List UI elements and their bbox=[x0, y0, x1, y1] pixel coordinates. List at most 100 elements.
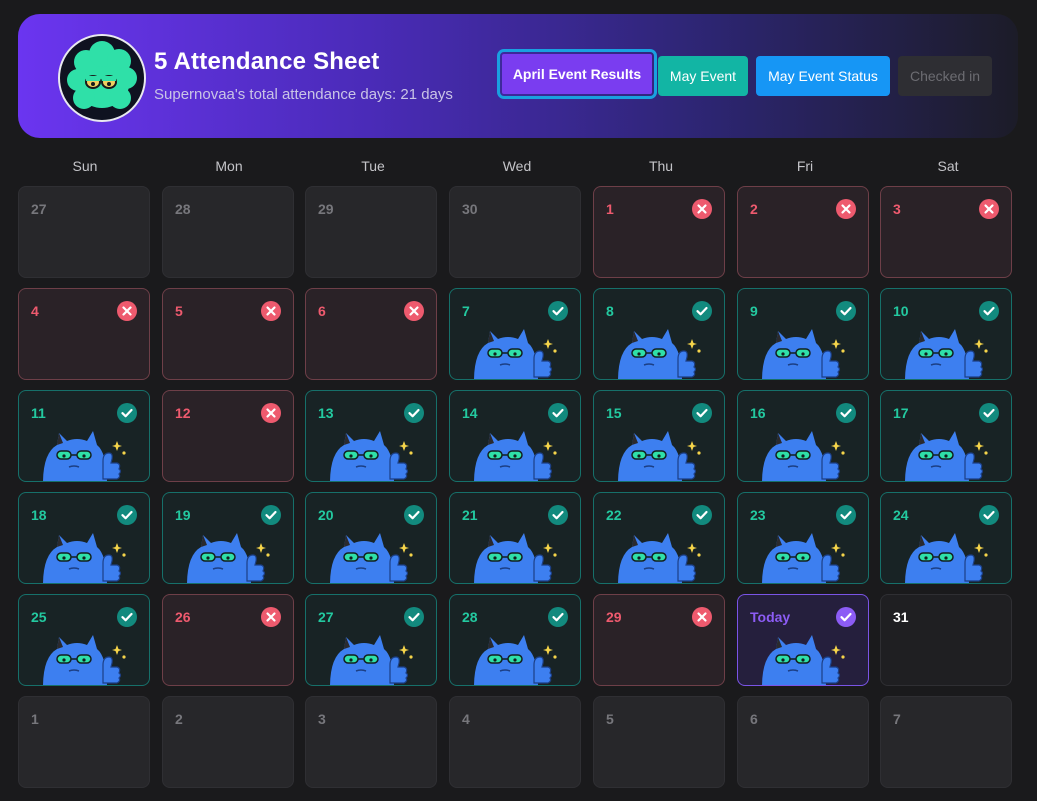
thumbs-up-cat-icon bbox=[464, 423, 560, 481]
calendar-day[interactable]: 25 bbox=[18, 594, 150, 686]
thumbs-up-cat-icon bbox=[464, 627, 560, 685]
missed-x-icon bbox=[261, 403, 281, 423]
weekday-label: Thu bbox=[648, 158, 674, 174]
thumbs-up-cat-icon bbox=[608, 423, 704, 481]
calendar-day[interactable]: 7 bbox=[880, 696, 1012, 788]
day-number: 11 bbox=[31, 405, 46, 421]
calendar-day[interactable]: 22 bbox=[593, 492, 725, 584]
day-number: 9 bbox=[750, 303, 758, 319]
thumbs-up-cat-icon bbox=[33, 423, 129, 481]
day-number: 8 bbox=[606, 303, 614, 319]
calendar-day[interactable]: 12 bbox=[162, 390, 294, 482]
day-number: 13 bbox=[318, 405, 334, 421]
day-number: 28 bbox=[175, 201, 191, 217]
calendar-day[interactable]: 15 bbox=[593, 390, 725, 482]
day-number: 14 bbox=[462, 405, 478, 421]
calendar-day[interactable]: 3 bbox=[880, 186, 1012, 278]
weekday-label: Mon bbox=[215, 158, 243, 174]
calendar-day[interactable]: 3 bbox=[305, 696, 437, 788]
calendar-day[interactable]: 1 bbox=[18, 696, 150, 788]
thumbs-up-cat-icon bbox=[752, 321, 848, 379]
calendar-day[interactable]: 18 bbox=[18, 492, 150, 584]
thumbs-up-cat-icon bbox=[320, 423, 416, 481]
day-number: 3 bbox=[893, 201, 901, 217]
calendar-day[interactable]: 8 bbox=[593, 288, 725, 380]
calendar-day[interactable]: 27 bbox=[18, 186, 150, 278]
check-icon bbox=[836, 505, 856, 525]
check-icon bbox=[836, 607, 856, 627]
calendar-day[interactable]: 4 bbox=[449, 696, 581, 788]
day-number: 18 bbox=[31, 507, 47, 523]
thumbs-up-cat-icon bbox=[320, 627, 416, 685]
calendar-day[interactable]: 21 bbox=[449, 492, 581, 584]
day-number: 6 bbox=[318, 303, 326, 319]
missed-x-icon bbox=[836, 199, 856, 219]
may-event-status-button[interactable]: May Event Status bbox=[756, 56, 890, 96]
checked-in-button[interactable]: Checked in bbox=[898, 56, 992, 96]
calendar-day-today[interactable]: Today bbox=[737, 594, 869, 686]
day-number: 10 bbox=[893, 303, 909, 319]
check-icon bbox=[692, 505, 712, 525]
calendar-day[interactable]: 19 bbox=[162, 492, 294, 584]
day-number: 5 bbox=[175, 303, 183, 319]
calendar-day[interactable]: 5 bbox=[162, 288, 294, 380]
calendar-day[interactable]: 13 bbox=[305, 390, 437, 482]
april-event-results-button[interactable]: April Event Results bbox=[497, 49, 657, 99]
thumbs-up-cat-icon bbox=[464, 525, 560, 583]
weekday-header: Sun Mon Tue Wed Thu Fri Sat bbox=[18, 158, 1018, 178]
check-icon bbox=[548, 301, 568, 321]
check-icon bbox=[404, 403, 424, 423]
may-event-button[interactable]: May Event bbox=[658, 56, 748, 96]
thumbs-up-cat-icon bbox=[895, 423, 991, 481]
calendar-day[interactable]: 9 bbox=[737, 288, 869, 380]
check-icon bbox=[979, 505, 999, 525]
check-icon bbox=[404, 607, 424, 627]
day-number: 1 bbox=[31, 711, 39, 727]
day-number: 3 bbox=[318, 711, 326, 727]
weekday-label: Sun bbox=[72, 158, 98, 174]
day-number: 28 bbox=[462, 609, 478, 625]
calendar-day[interactable]: 29 bbox=[593, 594, 725, 686]
calendar-day[interactable]: 14 bbox=[449, 390, 581, 482]
calendar-day[interactable]: 6 bbox=[737, 696, 869, 788]
missed-x-icon bbox=[261, 301, 281, 321]
day-number: 17 bbox=[893, 405, 909, 421]
avatar bbox=[58, 34, 146, 122]
check-icon bbox=[117, 607, 137, 627]
calendar-day[interactable]: 16 bbox=[737, 390, 869, 482]
calendar-day[interactable]: 2 bbox=[162, 696, 294, 788]
calendar-day[interactable]: 11 bbox=[18, 390, 150, 482]
day-number: 25 bbox=[31, 609, 47, 625]
day-number: 23 bbox=[750, 507, 766, 523]
thumbs-up-cat-icon bbox=[177, 525, 273, 583]
day-number: 27 bbox=[318, 609, 334, 625]
calendar-day[interactable]: 7 bbox=[449, 288, 581, 380]
calendar-day[interactable]: 27 bbox=[305, 594, 437, 686]
calendar-day[interactable]: 2 bbox=[737, 186, 869, 278]
calendar-day[interactable]: 5 bbox=[593, 696, 725, 788]
calendar-day[interactable]: 28 bbox=[449, 594, 581, 686]
day-number: 31 bbox=[893, 609, 909, 625]
check-icon bbox=[836, 301, 856, 321]
calendar-day[interactable]: 28 bbox=[162, 186, 294, 278]
check-icon bbox=[836, 403, 856, 423]
calendar-day[interactable]: 10 bbox=[880, 288, 1012, 380]
thumbs-up-cat-icon bbox=[608, 321, 704, 379]
calendar-day[interactable]: 4 bbox=[18, 288, 150, 380]
day-number: Today bbox=[750, 609, 791, 625]
weekday-label: Tue bbox=[361, 158, 385, 174]
day-number: 21 bbox=[462, 507, 478, 523]
calendar-day[interactable]: 1 bbox=[593, 186, 725, 278]
calendar-day[interactable]: 26 bbox=[162, 594, 294, 686]
check-icon bbox=[117, 403, 137, 423]
calendar-day[interactable]: 20 bbox=[305, 492, 437, 584]
calendar-day[interactable]: 31 bbox=[880, 594, 1012, 686]
calendar-day[interactable]: 30 bbox=[449, 186, 581, 278]
calendar-day[interactable]: 29 bbox=[305, 186, 437, 278]
calendar-day[interactable]: 24 bbox=[880, 492, 1012, 584]
thumbs-up-cat-icon bbox=[752, 423, 848, 481]
thumbs-up-cat-icon bbox=[608, 525, 704, 583]
calendar-day[interactable]: 6 bbox=[305, 288, 437, 380]
calendar-day[interactable]: 23 bbox=[737, 492, 869, 584]
calendar-day[interactable]: 17 bbox=[880, 390, 1012, 482]
